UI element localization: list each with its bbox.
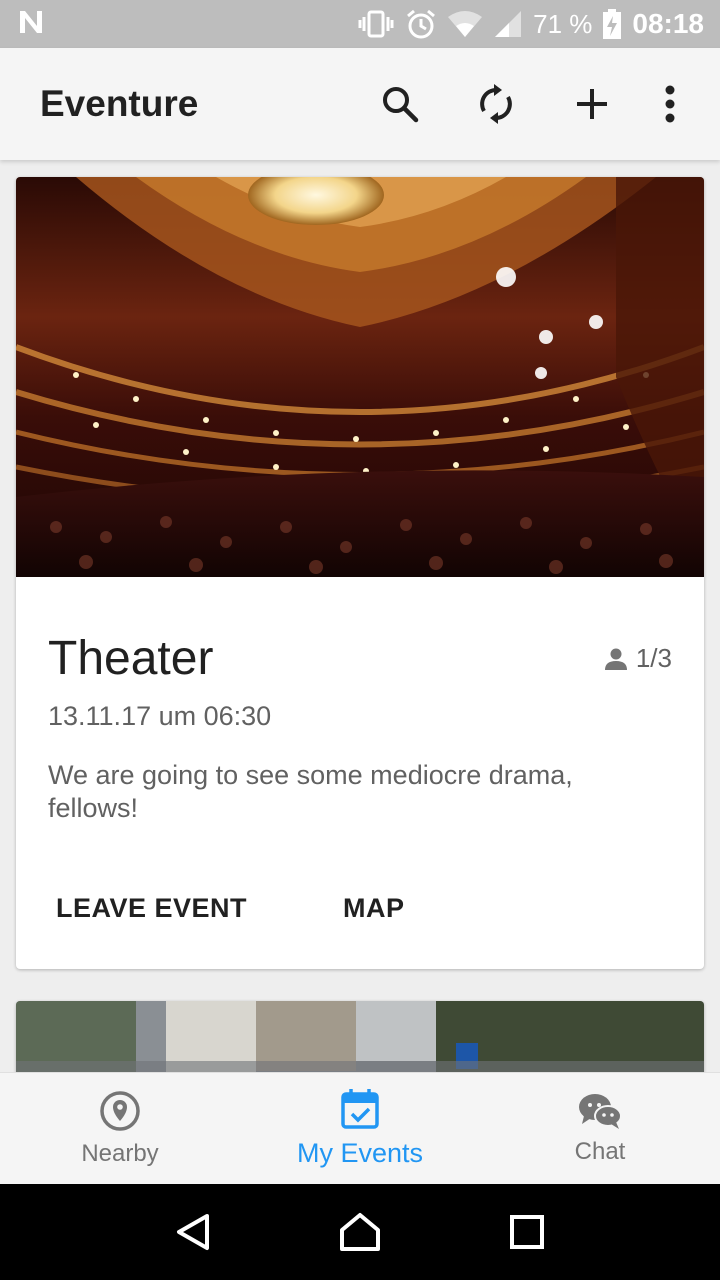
back-button[interactable]	[145, 1184, 241, 1280]
status-time: 08:18	[632, 8, 704, 39]
sync-icon	[480, 84, 512, 124]
location-pin-icon	[100, 1090, 140, 1131]
event-image	[16, 177, 704, 577]
nav-label-chat: Chat	[574, 1137, 626, 1165]
event-date: 13.11.17 um 06:30	[48, 701, 272, 731]
nav-label-my-events: My Events	[296, 1138, 424, 1168]
chat-bubbles-icon	[579, 1093, 622, 1129]
status-bar: 71 % 08:18	[0, 0, 720, 48]
system-navigation-bar	[0, 1184, 720, 1280]
n-logo-icon	[16, 7, 46, 42]
home-button[interactable]	[312, 1184, 408, 1280]
search-button[interactable]	[352, 56, 448, 152]
calendar-check-icon	[341, 1089, 379, 1129]
recents-square-icon	[509, 1215, 544, 1249]
nav-item-my-events[interactable]: My Events	[240, 1073, 480, 1184]
more-options-button[interactable]	[640, 56, 700, 152]
add-button[interactable]	[544, 56, 640, 152]
map-button[interactable]: MAP	[327, 881, 421, 936]
event-card[interactable]	[16, 1001, 704, 1072]
battery-text: 71 %	[533, 8, 593, 39]
event-image	[16, 1001, 704, 1072]
bottom-navigation: Nearby My Events Chat	[0, 1072, 720, 1184]
attendee-count-text: 1/3	[635, 643, 672, 673]
add-icon	[577, 89, 607, 119]
signal-icon	[493, 9, 523, 39]
event-description: We are going to see some mediocre drama,…	[48, 760, 573, 823]
recents-button[interactable]	[479, 1184, 575, 1280]
more-vert-icon	[665, 85, 675, 123]
sync-button[interactable]	[448, 56, 544, 152]
person-icon	[604, 648, 627, 670]
event-card[interactable]: Theater 1/3 13.11.17 um 06:30 We are goi…	[16, 177, 704, 969]
back-triangle-icon	[177, 1214, 210, 1250]
vibrate-icon	[357, 9, 395, 39]
search-icon	[383, 87, 419, 123]
alarm-icon	[405, 8, 437, 40]
nav-item-nearby[interactable]: Nearby	[0, 1073, 240, 1184]
attendee-count: 1/3	[604, 643, 672, 674]
app-title: Eventure	[40, 83, 199, 124]
leave-event-button[interactable]: LEAVE EVENT	[40, 881, 263, 936]
wifi-icon	[447, 9, 483, 39]
events-list[interactable]: Theater 1/3 13.11.17 um 06:30 We are goi…	[0, 160, 720, 1072]
home-icon	[339, 1213, 380, 1251]
battery-charging-icon	[602, 8, 622, 40]
event-title: Theater	[48, 632, 214, 685]
nav-label-nearby: Nearby	[81, 1139, 159, 1167]
nav-item-chat[interactable]: Chat	[480, 1073, 720, 1184]
app-bar: Eventure	[0, 48, 720, 160]
